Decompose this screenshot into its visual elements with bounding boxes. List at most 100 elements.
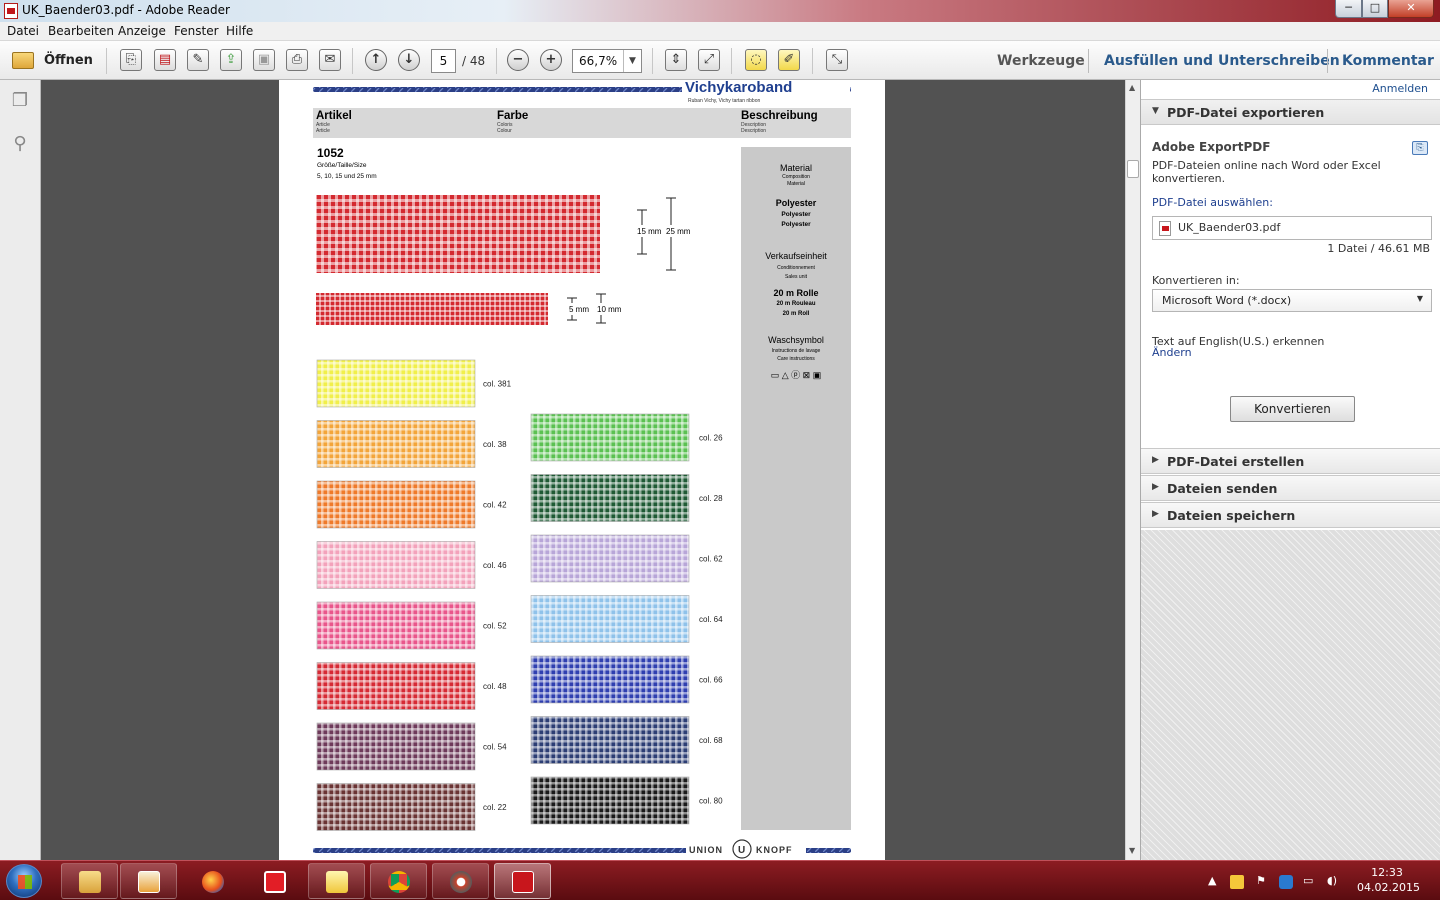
swatch-label-left-7: col. 22 (483, 803, 507, 812)
show-hidden-icons[interactable]: ▲ (1208, 874, 1216, 887)
ribbon-swatch-right-6 (530, 776, 690, 825)
convert-button[interactable]: Konvertieren (1230, 396, 1355, 422)
minimize-button[interactable]: ─ (1335, 0, 1362, 18)
menu-bearbeiten[interactable]: Bearbeiten (48, 24, 114, 38)
toolbar-separator (652, 48, 653, 74)
comment-bubble-icon[interactable]: ◌ (745, 49, 767, 71)
footer-logo-mark: U (738, 845, 745, 856)
clock-time: 12:33 (1371, 866, 1403, 879)
close-button[interactable]: ✕ (1388, 0, 1434, 18)
fit-width-icon[interactable]: ⤢ (698, 49, 720, 71)
network-icon[interactable]: ▭ (1303, 874, 1313, 887)
highlight-pen-icon[interactable]: ✐ (778, 49, 800, 71)
taskbar-adobe-reader[interactable] (494, 863, 551, 899)
header-beschreibung: Beschreibung (741, 110, 818, 122)
swatch-label-left-3: col. 46 (483, 561, 507, 570)
combine-pdf-icon[interactable]: ▤ (154, 49, 176, 71)
scroll-thumb[interactable] (1127, 160, 1139, 178)
file-selector[interactable]: UK_Baender03.pdf (1152, 216, 1432, 240)
taskbar-app-f[interactable] (246, 863, 303, 899)
red-ribbon-small (316, 293, 548, 325)
vertical-scrollbar[interactable]: ▲ ▼ (1125, 80, 1140, 860)
swatches-right-column: col. 26 col. 28 col. 62 col. 64 col. 66 col. … (530, 413, 723, 825)
swatch-label-right-5: col. 68 (699, 736, 723, 745)
zoom-select[interactable]: 66,7% ▼ (572, 49, 642, 73)
tools-pane: Anmelden ▼ PDF-Datei exportieren Adobe E… (1140, 80, 1440, 860)
sign-in-link[interactable]: Anmelden (1372, 82, 1428, 95)
chevron-down-icon[interactable]: ▼ (623, 50, 641, 72)
zoom-in-icon[interactable]: + (540, 49, 562, 71)
svg-text:Description: Description (741, 128, 766, 134)
clock[interactable]: 12:33 04.02.2015 (1357, 865, 1420, 895)
dim-10mm: 10 mm (597, 305, 622, 314)
tray-security-icon[interactable] (1279, 875, 1293, 889)
taskbar-notes[interactable] (308, 863, 365, 899)
open-folder-icon[interactable] (12, 52, 34, 69)
svg-text:Material: Material (787, 181, 805, 187)
email-icon[interactable]: ✉ (319, 49, 341, 71)
page-number-input[interactable]: 5 (431, 49, 456, 73)
item-number: 1052 (317, 146, 344, 160)
taskbar-media-player[interactable] (120, 863, 177, 899)
svg-text:Polyester: Polyester (781, 221, 811, 228)
zoom-out-icon[interactable]: − (507, 49, 529, 71)
change-language-link[interactable]: Ändern (1152, 346, 1192, 359)
menu-fenster[interactable]: Fenster (174, 24, 219, 38)
swatch-label-right-0: col. 26 (699, 434, 723, 443)
export-description: PDF-Dateien online nach Word oder Excel … (1152, 159, 1381, 185)
document-viewport[interactable]: Vichykaroband Ruban Vichy, Vichy tartan … (41, 80, 1125, 860)
window-title: UK_Baender03.pdf - Adobe Reader (22, 3, 230, 17)
flag-icon[interactable]: ⚑ (1256, 874, 1266, 887)
brand-subtitle: Ruban Vichy, Vichy tartan ribbon (688, 98, 760, 104)
comment-link[interactable]: Kommentar (1342, 53, 1434, 69)
left-navigation-pane: ❐ ⚲ (0, 80, 41, 860)
fill-sign-link[interactable]: Ausfüllen und Unterschreiben (1104, 53, 1340, 69)
firefox-icon (202, 871, 224, 893)
taskbar-firefox[interactable] (184, 863, 241, 899)
menu-anzeige[interactable]: Anzeige (118, 24, 166, 38)
taskbar-app-round[interactable] (432, 863, 489, 899)
tray-app-icon[interactable] (1230, 875, 1244, 889)
zoom-value: 66,7% (579, 54, 618, 68)
tools-link[interactable]: Werkzeuge (997, 53, 1085, 69)
next-page-icon[interactable]: ↓ (398, 49, 420, 71)
save-icon[interactable]: ▣ (253, 49, 275, 71)
menu-hilfe[interactable]: Hilfe (226, 24, 253, 38)
red-ribbon-large (316, 195, 600, 273)
footer-logo-knopf: KNOPF (756, 845, 793, 855)
attachment-paperclip-icon[interactable]: ⚲ (10, 133, 30, 155)
start-button[interactable] (6, 864, 42, 898)
brand-title: Vichykaroband (685, 80, 792, 96)
swatch-label-left-6: col. 54 (483, 743, 507, 752)
triangle-right-icon: ▶ (1152, 455, 1159, 465)
menu-bar: Datei Bearbeiten Anzeige Fenster Hilfe (0, 22, 1440, 41)
maximize-button[interactable]: □ (1362, 0, 1388, 18)
send-files-section-header[interactable]: ▶ Dateien senden (1141, 475, 1440, 501)
convert-format-value: Microsoft Word (*.docx) (1162, 294, 1292, 307)
page-thumbnails-icon[interactable]: ❐ (10, 90, 30, 112)
menu-datei[interactable]: Datei (7, 24, 39, 38)
ribbon-swatch-left-6 (316, 722, 476, 771)
previous-page-icon[interactable]: ↑ (365, 49, 387, 71)
ribbon-swatch-left-4 (316, 601, 476, 650)
export-pdf-section-header[interactable]: ▼ PDF-Datei exportieren (1141, 99, 1440, 125)
taskbar-chrome[interactable] (370, 863, 427, 899)
scroll-down-icon[interactable]: ▼ (1129, 846, 1135, 855)
toolbar-separator (352, 48, 353, 74)
store-files-section-header[interactable]: ▶ Dateien speichern (1141, 502, 1440, 528)
open-button[interactable]: Öffnen (44, 53, 93, 68)
print-icon[interactable]: ⎙ (286, 49, 308, 71)
convert-format-select[interactable]: Microsoft Word (*.docx) ▼ (1152, 289, 1432, 312)
full-screen-icon[interactable]: ⤡ (826, 49, 848, 71)
fit-page-icon[interactable]: ⇕ (665, 49, 687, 71)
taskbar-explorer[interactable] (61, 863, 118, 899)
create-pdf-icon[interactable]: ⎘ (120, 49, 142, 71)
scroll-up-icon[interactable]: ▲ (1129, 83, 1135, 92)
volume-icon[interactable]: ◖) (1327, 874, 1337, 887)
export-pdf-icon[interactable]: ⎘ (1412, 141, 1428, 155)
create-pdf-section-header[interactable]: ▶ PDF-Datei erstellen (1141, 448, 1440, 474)
ribbon-swatch-left-7 (316, 783, 476, 831)
upload-icon[interactable]: ⇪ (220, 49, 242, 71)
convert-to-label: Konvertieren in: (1152, 274, 1240, 287)
edit-icon[interactable]: ✎ (187, 49, 209, 71)
